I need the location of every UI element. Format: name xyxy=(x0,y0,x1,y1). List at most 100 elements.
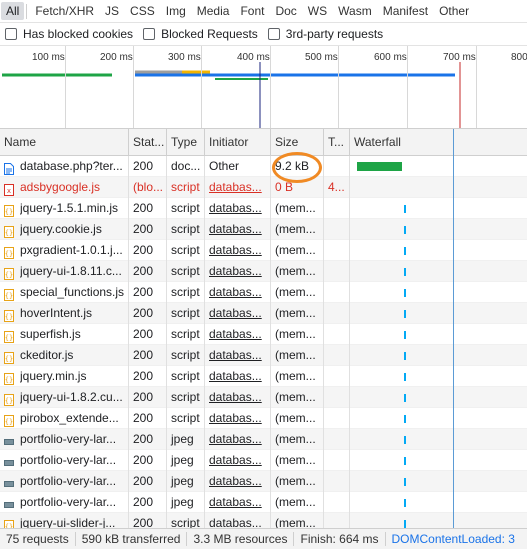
request-name-cell[interactable]: {} superfish.js xyxy=(0,324,129,345)
request-name-cell[interactable]: {} pirobox_extende... xyxy=(0,408,129,429)
request-name-cell[interactable]: portfolio-very-lar... xyxy=(0,492,129,513)
request-name-cell[interactable]: {} jquery-ui-1.8.11.c... xyxy=(0,261,129,282)
request-name[interactable]: hoverIntent.js xyxy=(20,303,92,324)
request-name-cell[interactable]: {} pxgradient-1.0.1.j... xyxy=(0,240,129,261)
initiator-link[interactable]: databas... xyxy=(209,453,262,467)
initiator-link[interactable]: databas... xyxy=(209,327,262,341)
request-name[interactable]: special_functions.js xyxy=(20,282,124,303)
table-row[interactable]: {} hoverIntent.js 200 script databas... (mem.… xyxy=(0,303,527,324)
column-header-waterfall[interactable]: Waterfall xyxy=(350,129,527,156)
request-name[interactable]: ckeditor.js xyxy=(20,345,73,366)
table-row[interactable]: {} jquery-ui-slider-j... 200 script databas.… xyxy=(0,513,527,528)
checkbox-box[interactable] xyxy=(143,28,156,40)
request-name-cell[interactable]: x adsbygoogle.js xyxy=(0,177,129,198)
column-header-type[interactable]: Type xyxy=(167,129,205,156)
initiator-link[interactable]: databas... xyxy=(209,201,262,215)
initiator-cell[interactable]: databas... xyxy=(205,429,271,450)
initiator-cell[interactable]: databas... xyxy=(205,324,271,345)
initiator-cell[interactable]: databas... xyxy=(205,387,271,408)
request-name[interactable]: jquery-ui-1.8.11.c... xyxy=(20,261,122,282)
filter-manifest[interactable]: Manifest xyxy=(378,2,433,20)
table-row[interactable]: {} jquery.cookie.js 200 script databas... (me… xyxy=(0,219,527,240)
table-row[interactable]: {} jquery-ui-1.8.2.cu... 200 script databas.… xyxy=(0,387,527,408)
filter-css[interactable]: CSS xyxy=(125,2,160,20)
initiator-cell[interactable]: databas... xyxy=(205,345,271,366)
request-name[interactable]: superfish.js xyxy=(20,324,81,345)
request-name-cell[interactable]: {} jquery.cookie.js xyxy=(0,219,129,240)
request-name[interactable]: jquery-ui-slider-j... xyxy=(20,513,115,528)
filter-all[interactable]: All xyxy=(1,2,25,20)
request-name[interactable]: jquery-ui-1.8.2.cu... xyxy=(20,387,123,408)
column-header-status[interactable]: Stat... xyxy=(129,129,167,156)
request-name-cell[interactable]: database.php?ter... xyxy=(0,156,129,177)
request-name[interactable]: jquery.cookie.js xyxy=(20,219,102,240)
initiator-link[interactable]: databas... xyxy=(209,264,262,278)
table-row[interactable]: {} ckeditor.js 200 script databas... (mem... xyxy=(0,345,527,366)
request-name-cell[interactable]: {} jquery.min.js xyxy=(0,366,129,387)
request-name[interactable]: jquery-1.5.1.min.js xyxy=(20,198,118,219)
table-row[interactable]: portfolio-very-lar... 200 jpeg databas... (m… xyxy=(0,429,527,450)
request-name[interactable]: database.php?ter... xyxy=(20,156,123,177)
initiator-link[interactable]: databas... xyxy=(209,348,262,362)
column-header-initiator[interactable]: Initiator xyxy=(205,129,271,156)
filter-fetch-xhr[interactable]: Fetch/XHR xyxy=(30,2,99,20)
initiator-cell[interactable]: databas... xyxy=(205,240,271,261)
table-row[interactable]: portfolio-very-lar... 200 jpeg databas... (m… xyxy=(0,450,527,471)
table-row[interactable]: portfolio-very-lar... 200 jpeg databas... (m… xyxy=(0,492,527,513)
initiator-link[interactable]: databas... xyxy=(209,390,262,404)
request-name[interactable]: portfolio-very-lar... xyxy=(20,492,116,513)
initiator-cell[interactable]: Other xyxy=(205,156,271,177)
initiator-cell[interactable]: databas... xyxy=(205,450,271,471)
request-name-cell[interactable]: {} jquery-1.5.1.min.js xyxy=(0,198,129,219)
initiator-cell[interactable]: databas... xyxy=(205,261,271,282)
checkbox-box[interactable] xyxy=(267,28,280,40)
request-name-cell[interactable]: {} special_functions.js xyxy=(0,282,129,303)
initiator-link[interactable]: databas... xyxy=(209,180,262,194)
request-name[interactable]: pxgradient-1.0.1.j... xyxy=(20,240,123,261)
request-name[interactable]: portfolio-very-lar... xyxy=(20,450,116,471)
checkbox-has-blocked-cookies[interactable]: Has blocked cookies xyxy=(5,27,133,41)
initiator-link[interactable]: databas... xyxy=(209,222,262,236)
request-name-cell[interactable]: portfolio-very-lar... xyxy=(0,471,129,492)
filter-ws[interactable]: WS xyxy=(303,2,332,20)
table-row[interactable]: {} jquery.min.js 200 script databas... (mem..… xyxy=(0,366,527,387)
initiator-cell[interactable]: databas... xyxy=(205,366,271,387)
request-name-cell[interactable]: {} jquery-ui-1.8.2.cu... xyxy=(0,387,129,408)
request-name[interactable]: pirobox_extende... xyxy=(20,408,119,429)
table-row[interactable]: {} jquery-1.5.1.min.js 200 script databas...… xyxy=(0,198,527,219)
column-header-name[interactable]: Name xyxy=(0,129,129,156)
request-name[interactable]: portfolio-very-lar... xyxy=(20,429,116,450)
initiator-link[interactable]: databas... xyxy=(209,243,262,257)
initiator-cell[interactable]: databas... xyxy=(205,198,271,219)
initiator-link[interactable]: databas... xyxy=(209,285,262,299)
initiator-cell[interactable]: databas... xyxy=(205,219,271,240)
table-row[interactable]: {} pirobox_extende... 200 script databas... (… xyxy=(0,408,527,429)
column-header-time[interactable]: T... xyxy=(324,129,350,156)
table-row[interactable]: {} superfish.js 200 script databas... (mem... xyxy=(0,324,527,345)
initiator-cell[interactable]: databas... xyxy=(205,303,271,324)
request-name-cell[interactable]: {} ckeditor.js xyxy=(0,345,129,366)
filter-media[interactable]: Media xyxy=(192,2,235,20)
initiator-link[interactable]: databas... xyxy=(209,369,262,383)
request-name-cell[interactable]: {} jquery-ui-slider-j... xyxy=(0,513,129,528)
initiator-cell[interactable]: databas... xyxy=(205,408,271,429)
initiator-cell[interactable]: databas... xyxy=(205,513,271,528)
checkbox-3rd-party-requests[interactable]: 3rd-party requests xyxy=(267,27,383,41)
initiator-link[interactable]: databas... xyxy=(209,495,262,509)
request-name[interactable]: portfolio-very-lar... xyxy=(20,471,116,492)
checkbox-box[interactable] xyxy=(5,28,17,40)
filter-font[interactable]: Font xyxy=(235,2,269,20)
initiator-link[interactable]: databas... xyxy=(209,516,262,528)
initiator-cell[interactable]: databas... xyxy=(205,471,271,492)
table-row[interactable]: database.php?ter... 200 doc... Other 9.2 kB xyxy=(0,156,527,177)
request-name-cell[interactable]: portfolio-very-lar... xyxy=(0,429,129,450)
filter-doc[interactable]: Doc xyxy=(270,2,301,20)
initiator-link[interactable]: databas... xyxy=(209,306,262,320)
request-name[interactable]: jquery.min.js xyxy=(20,366,86,387)
filter-img[interactable]: Img xyxy=(161,2,191,20)
table-row[interactable]: {} pxgradient-1.0.1.j... 200 script databas.… xyxy=(0,240,527,261)
overview-timeline[interactable]: 100 ms 200 ms 300 ms 400 ms 500 ms 600 ms 700 … xyxy=(0,46,527,129)
request-name[interactable]: adsbygoogle.js xyxy=(20,177,100,198)
request-name-cell[interactable]: {} hoverIntent.js xyxy=(0,303,129,324)
initiator-link[interactable]: databas... xyxy=(209,474,262,488)
